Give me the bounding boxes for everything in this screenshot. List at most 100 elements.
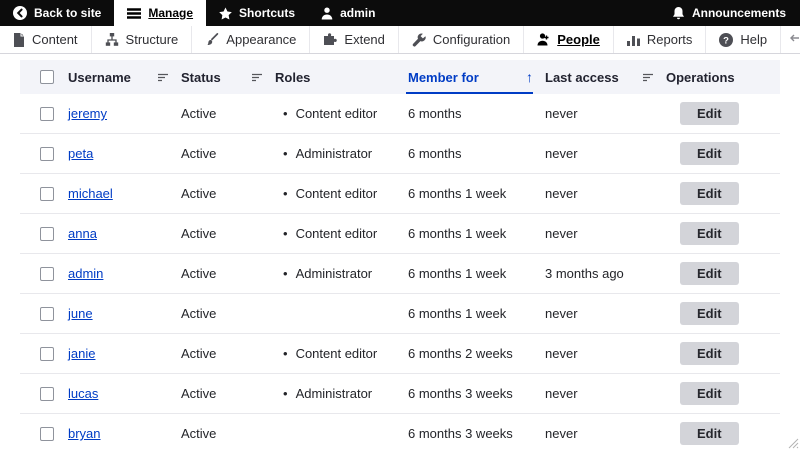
bullet-icon: •	[283, 186, 288, 201]
role-label: Content editor	[295, 226, 378, 241]
status-cell: Active	[181, 306, 217, 321]
bell-icon	[672, 6, 685, 20]
users-table: Username Status Roles Member for ↑ Last …	[20, 60, 780, 450]
menu-item-structure[interactable]: Structure	[92, 26, 193, 53]
column-header-member-for[interactable]: Member for ↑	[406, 60, 545, 94]
row-checkbox[interactable]	[40, 306, 54, 321]
table-row: lucas Active • Administrator 6 months 3 …	[20, 374, 780, 414]
table-row: jeremy Active • Content editor 6 months …	[20, 94, 780, 134]
edit-button[interactable]: Edit	[680, 222, 739, 245]
column-header-status[interactable]: Status	[181, 60, 275, 94]
role-item: • Administrator	[275, 266, 372, 281]
role-label: Administrator	[295, 146, 373, 161]
username-link[interactable]: janie	[68, 346, 95, 361]
edit-button[interactable]: Edit	[680, 102, 739, 125]
menu-item-appearance[interactable]: Appearance	[192, 26, 311, 53]
bullet-icon: •	[283, 106, 288, 121]
bullet-icon: •	[283, 226, 288, 241]
edit-button[interactable]: Edit	[680, 302, 739, 325]
row-checkbox[interactable]	[40, 426, 54, 441]
member-for-cell: 6 months 3 weeks	[408, 386, 513, 401]
shortcuts-label: Shortcuts	[239, 6, 296, 20]
collapse-toolbar-button[interactable]	[780, 26, 800, 53]
member-for-cell: 6 months 3 weeks	[408, 426, 513, 441]
edit-button[interactable]: Edit	[680, 262, 739, 285]
menu-item-people[interactable]: People	[524, 26, 614, 53]
svg-text:?: ?	[723, 35, 729, 46]
menu-item-reports[interactable]: Reports	[614, 26, 707, 53]
edit-button[interactable]: Edit	[680, 382, 739, 405]
status-cell: Active	[181, 266, 217, 281]
row-checkbox[interactable]	[40, 386, 54, 401]
role-item: • Content editor	[275, 346, 377, 361]
last-access-cell: never	[545, 346, 578, 361]
bullet-icon: •	[283, 266, 288, 281]
last-access-cell: never	[545, 386, 578, 401]
status-cell: Active	[181, 226, 217, 241]
row-checkbox[interactable]	[40, 146, 54, 161]
menu-item-configuration[interactable]: Configuration	[399, 26, 525, 53]
menu-item-help[interactable]: ? Help	[706, 26, 780, 53]
user-menu[interactable]: admin	[308, 0, 388, 26]
username-link[interactable]: lucas	[68, 386, 98, 401]
sitemap-icon	[105, 33, 119, 46]
menu-item-extend[interactable]: Extend	[310, 26, 399, 53]
back-arrow-icon	[13, 6, 27, 20]
select-all-checkbox[interactable]	[40, 70, 54, 84]
shortcuts-tab[interactable]: Shortcuts	[206, 0, 308, 26]
bullet-icon: •	[283, 386, 288, 401]
table-row: admin Active • Administrator 6 months 1 …	[20, 254, 780, 294]
last-access-cell: never	[545, 106, 578, 121]
member-for-cell: 6 months	[408, 106, 462, 121]
announcements-button[interactable]: Announcements	[658, 0, 800, 26]
username-link[interactable]: peta	[68, 146, 93, 161]
username-link[interactable]: admin	[68, 266, 103, 281]
manage-tab[interactable]: Manage	[114, 0, 207, 26]
row-checkbox[interactable]	[40, 226, 54, 241]
username-link[interactable]: june	[68, 306, 93, 321]
username-link[interactable]: bryan	[68, 426, 101, 441]
role-item: • Content editor	[275, 226, 377, 241]
edit-button[interactable]: Edit	[680, 422, 739, 445]
admin-toolbar: Back to site Manage Shortcuts admin Anno…	[0, 0, 800, 26]
sort-icon	[252, 73, 263, 82]
people-page: Username Status Roles Member for ↑ Last …	[0, 54, 800, 450]
hamburger-icon	[127, 7, 142, 19]
bullet-icon: •	[283, 346, 288, 361]
member-for-cell: 6 months 1 week	[408, 226, 507, 241]
edit-button[interactable]: Edit	[680, 342, 739, 365]
column-header-last-access[interactable]: Last access	[545, 60, 666, 94]
brush-icon	[205, 32, 219, 47]
username-link[interactable]: michael	[68, 186, 113, 201]
wrench-icon	[412, 33, 426, 47]
row-checkbox[interactable]	[40, 186, 54, 201]
row-checkbox[interactable]	[40, 346, 54, 361]
back-to-site-button[interactable]: Back to site	[0, 0, 114, 26]
column-header-roles[interactable]: Roles	[275, 60, 408, 94]
last-access-cell: never	[545, 306, 578, 321]
star-icon	[219, 6, 232, 20]
help-icon: ?	[719, 32, 734, 47]
last-access-cell: never	[545, 146, 578, 161]
row-checkbox[interactable]	[40, 106, 54, 121]
bullet-icon: •	[283, 146, 288, 161]
row-checkbox[interactable]	[40, 266, 54, 281]
column-header-username[interactable]: Username	[68, 60, 181, 94]
username-link[interactable]: anna	[68, 226, 97, 241]
announcements-label: Announcements	[691, 6, 786, 20]
back-to-site-label: Back to site	[34, 6, 102, 20]
username-link[interactable]: jeremy	[68, 106, 107, 121]
role-label: Content editor	[295, 106, 378, 121]
role-item: • Content editor	[275, 186, 377, 201]
menu-item-content[interactable]: Content	[0, 26, 92, 53]
edit-button[interactable]: Edit	[680, 182, 739, 205]
resize-grip-icon[interactable]	[786, 436, 799, 449]
collapse-icon	[790, 32, 800, 47]
edit-button[interactable]: Edit	[680, 142, 739, 165]
column-header-operations: Operations	[666, 69, 735, 85]
role-label: Content editor	[295, 346, 378, 361]
role-label: Administrator	[295, 386, 373, 401]
sort-icon	[158, 73, 169, 82]
table-header-row: Username Status Roles Member for ↑ Last …	[20, 60, 780, 94]
sort-icon	[643, 73, 654, 82]
